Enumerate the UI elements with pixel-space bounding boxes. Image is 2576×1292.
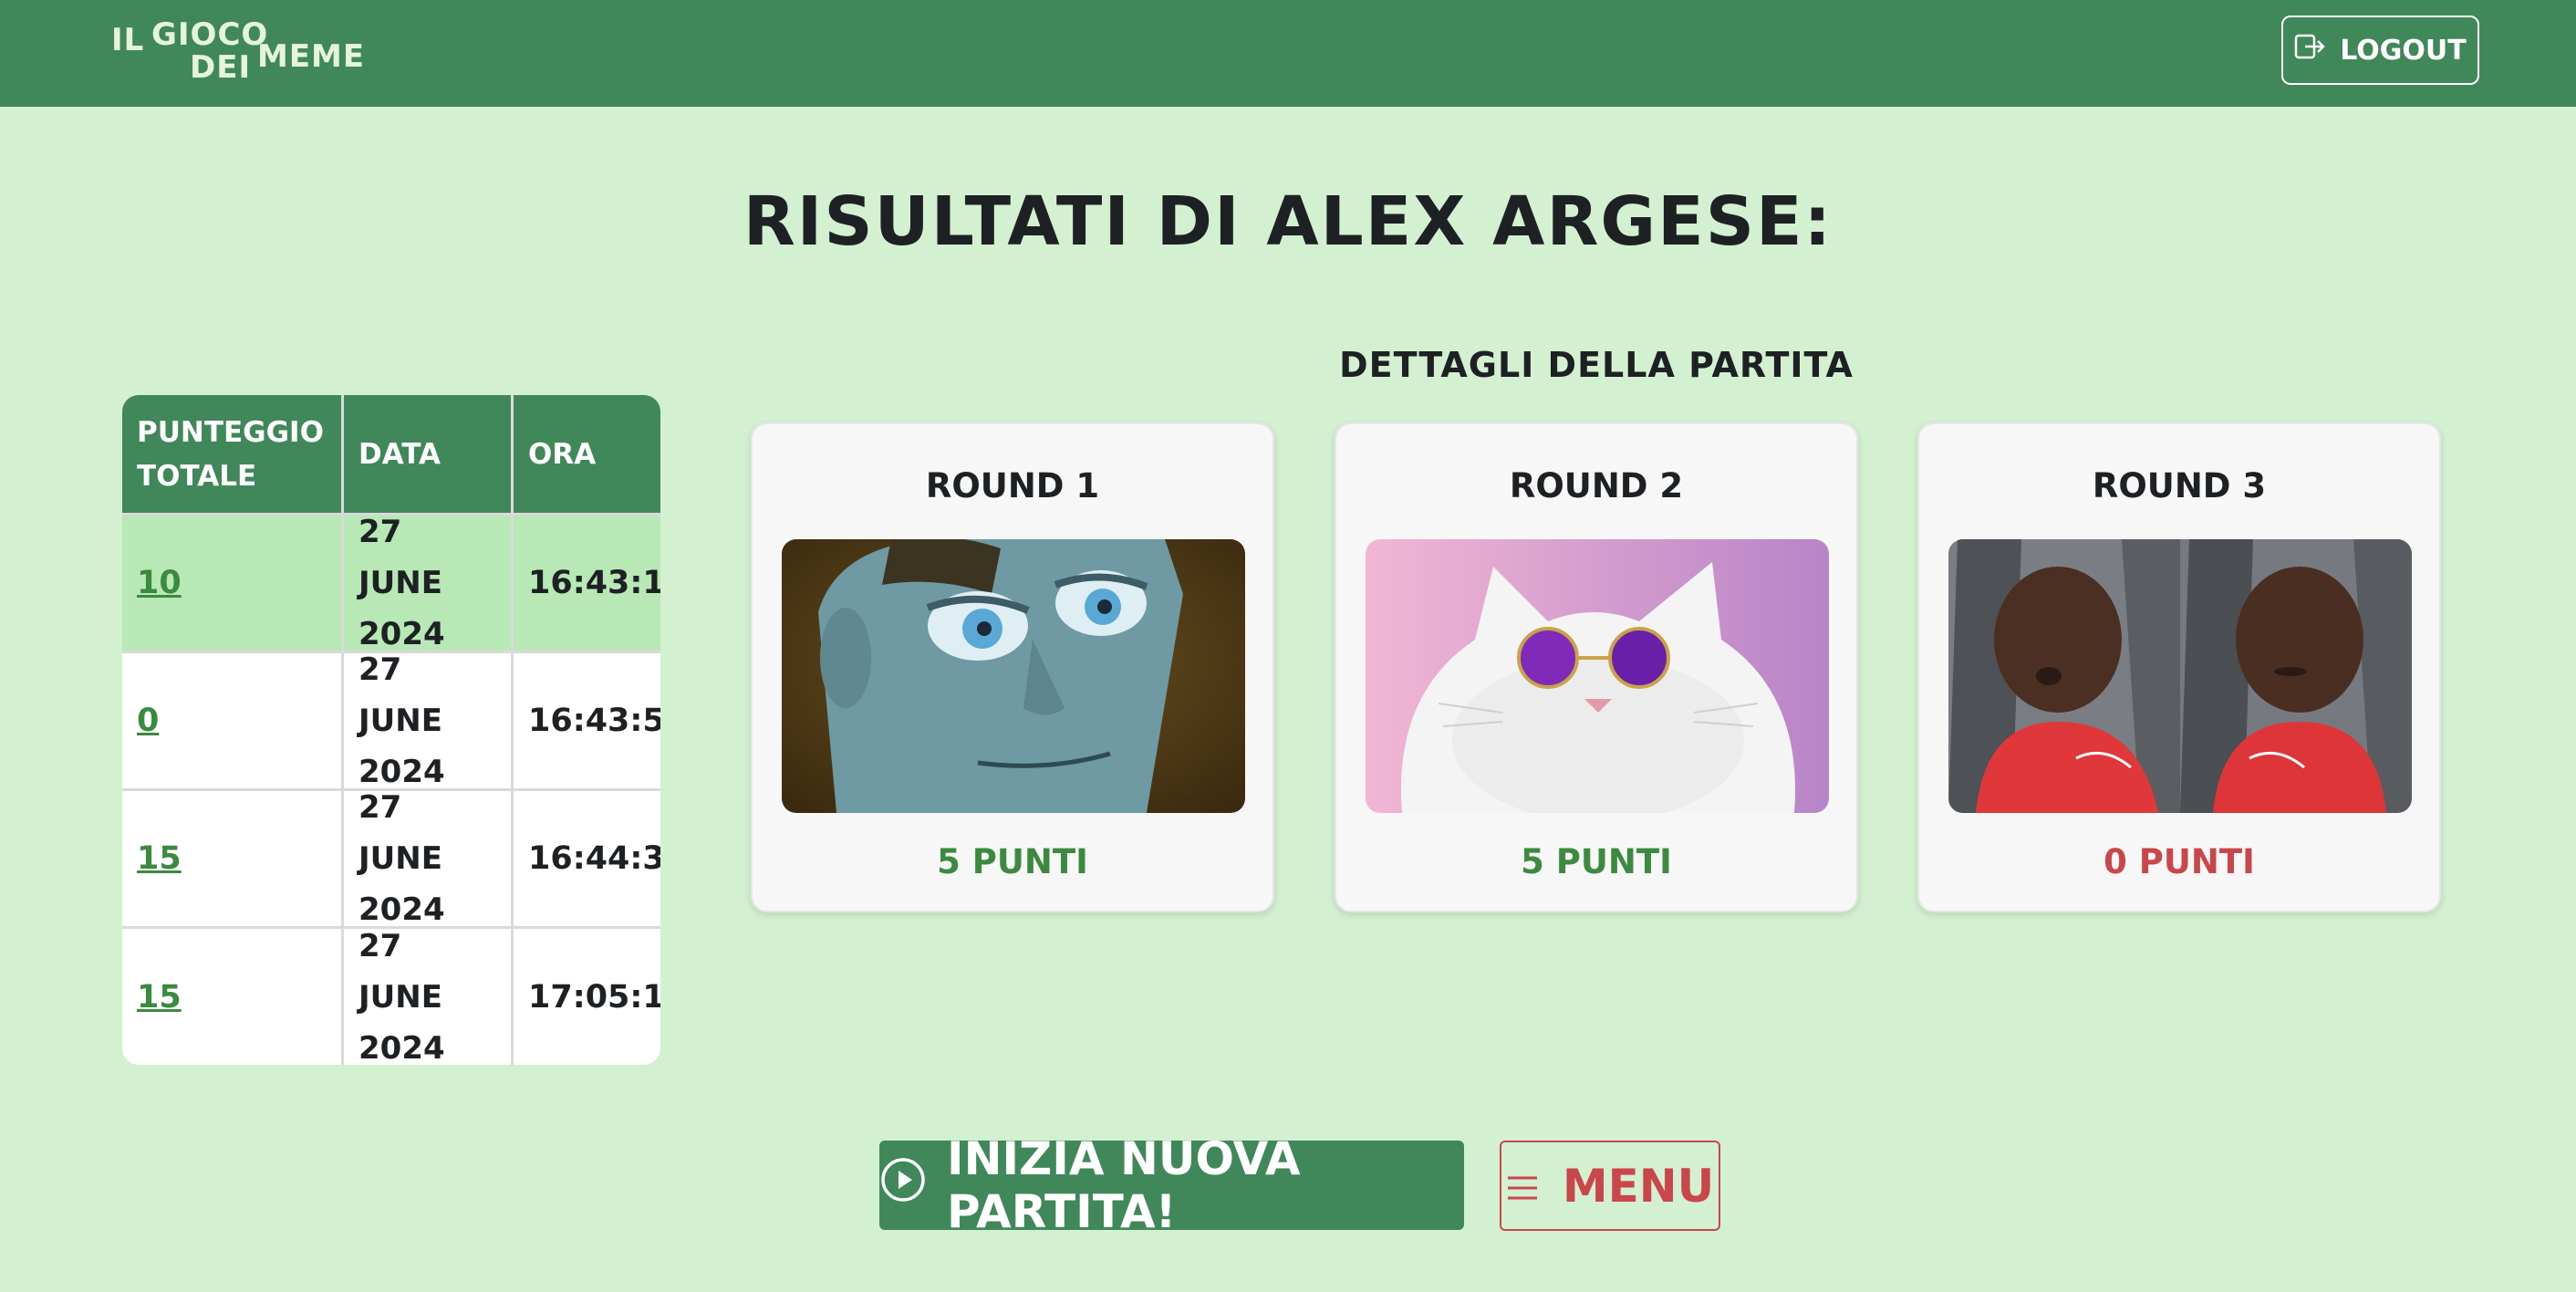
logo-word: Dei (190, 49, 252, 86)
app-logo[interactable]: Il Gioco Dei Meme (111, 16, 364, 88)
logo-word: Gioco (151, 16, 269, 53)
meme-image-woody (782, 539, 1245, 813)
table-cell-time: 16:43:59 (514, 653, 660, 788)
table-cell-score[interactable]: 15 (122, 791, 341, 926)
page-title: Risultati di Alex Argese: (743, 182, 1833, 261)
table-cell-date: 27 June 2024 (344, 514, 511, 652)
table-cell-date: 27 June 2024 (344, 789, 511, 928)
match-details-title: Dettagli della partita (1339, 345, 1854, 385)
round-points: 5 punti (937, 842, 1088, 881)
table-cell-time: 16:43:11 (514, 516, 660, 651)
menu-label: Menu (1562, 1159, 1715, 1213)
round-title: Round 1 (925, 466, 1100, 505)
table-cell-time: 16:44:33 (514, 791, 660, 926)
round-card: Round 2 5 punti (1335, 422, 1858, 912)
history-table: Punteggio Totale Data Ora 10 27 June 202… (122, 395, 660, 1065)
table-cell-date: 27 June 2024 (344, 651, 511, 790)
logo-word: Il (111, 22, 145, 58)
round-title: Round 2 (1509, 466, 1684, 505)
navbar: Il Gioco Dei Meme Logout (0, 0, 2576, 107)
meme-image-cat (1366, 539, 1829, 813)
table-cell-score[interactable]: 0 (122, 653, 341, 788)
new-game-button[interactable]: Inizia nuova partita! (879, 1132, 1464, 1238)
new-game-label: Inizia nuova partita! (947, 1132, 1301, 1238)
table-cell-time: 17:05:18 (514, 929, 660, 1065)
table-cell-score[interactable]: 10 (122, 516, 341, 651)
meme-image-baby (1948, 539, 2412, 813)
round-card: Round 3 0 punti (1917, 422, 2441, 912)
round-points: 0 punti (2103, 842, 2255, 881)
round-points: 5 punti (1521, 842, 1672, 881)
menu-button[interactable]: Menu (1500, 1141, 1720, 1231)
logout-label: Logout (2340, 34, 2467, 67)
logo-word: Meme (257, 38, 366, 75)
column-header-time: Ora (514, 395, 660, 513)
box-arrow-right-icon (2294, 33, 2326, 68)
round-title: Round 3 (2092, 466, 2267, 505)
column-header-date: Data (344, 395, 511, 513)
table-cell-date: 27 June 2024 (344, 928, 511, 1065)
logout-button[interactable]: Logout (2281, 16, 2479, 85)
round-card: Round 1 5 punti (751, 422, 1274, 912)
list-icon (1506, 1160, 1539, 1213)
play-circle-icon (879, 1156, 927, 1214)
table-cell-score[interactable]: 15 (122, 929, 341, 1065)
column-header-score: Punteggio Totale (122, 395, 341, 513)
